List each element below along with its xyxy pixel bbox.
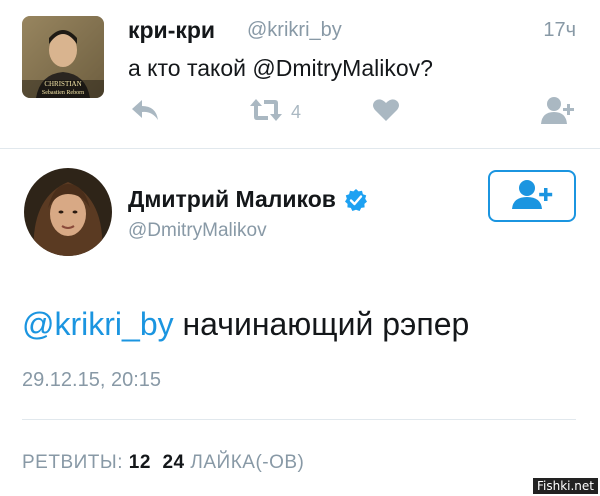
avatar-caption-line1: CHRISTIAN xyxy=(44,80,81,88)
reply-author-name[interactable]: Дмитрий Маликов xyxy=(128,186,368,213)
tweet-text: а кто такой @DmitryMalikov? xyxy=(128,55,433,81)
author-avatar[interactable]: CHRISTIAN Sebastien Reborn xyxy=(22,16,104,98)
retweet-icon xyxy=(248,97,284,128)
reply-author-handle[interactable]: @DmitryMalikov xyxy=(128,220,267,242)
like-icon xyxy=(372,97,400,128)
tweet-author-handle[interactable]: @krikri_by xyxy=(247,19,342,42)
reply-author-name-text: Дмитрий Маликов xyxy=(128,186,336,212)
tweet-author-name[interactable]: кри-кри xyxy=(128,17,215,44)
reply-author-avatar[interactable] xyxy=(24,168,112,256)
tweet-divider xyxy=(0,148,600,149)
reply-timestamp[interactable]: 29.12.15, 20:15 xyxy=(22,369,161,392)
retweet-button[interactable]: 4 xyxy=(248,96,301,128)
reply-body: начинающий рэпер xyxy=(173,306,470,342)
like-button[interactable] xyxy=(372,96,400,128)
retweets-label: РЕТВИТЫ: xyxy=(22,452,123,473)
retweets-count[interactable]: 12 xyxy=(129,452,151,473)
follow-author-button[interactable] xyxy=(540,96,576,128)
original-tweet: CHRISTIAN Sebastien Reborn кри-кри @krik… xyxy=(0,0,600,150)
verified-badge-icon xyxy=(344,188,368,212)
reply-text: @krikri_by начинающий рэпер xyxy=(22,306,469,343)
likes-count[interactable]: 24 xyxy=(162,452,184,473)
add-user-icon xyxy=(510,178,554,215)
likes-label: ЛАЙКА(-ОВ) xyxy=(190,452,305,473)
stats-divider xyxy=(22,419,576,420)
retweet-count: 4 xyxy=(291,101,302,122)
reply-button[interactable] xyxy=(130,96,160,128)
engagement-stats: РЕТВИТЫ: 12 24 ЛАЙКА(-ОВ) xyxy=(22,452,304,474)
reply-icon xyxy=(130,97,160,128)
follow-button[interactable] xyxy=(488,170,576,222)
mention-link[interactable]: @krikri_by xyxy=(22,306,174,342)
watermark: Fishki.net xyxy=(532,478,598,494)
follow-icon xyxy=(540,95,576,130)
avatar-caption-line2: Sebastien Reborn xyxy=(42,90,84,96)
tweet-timestamp[interactable]: 17ч xyxy=(543,19,576,42)
